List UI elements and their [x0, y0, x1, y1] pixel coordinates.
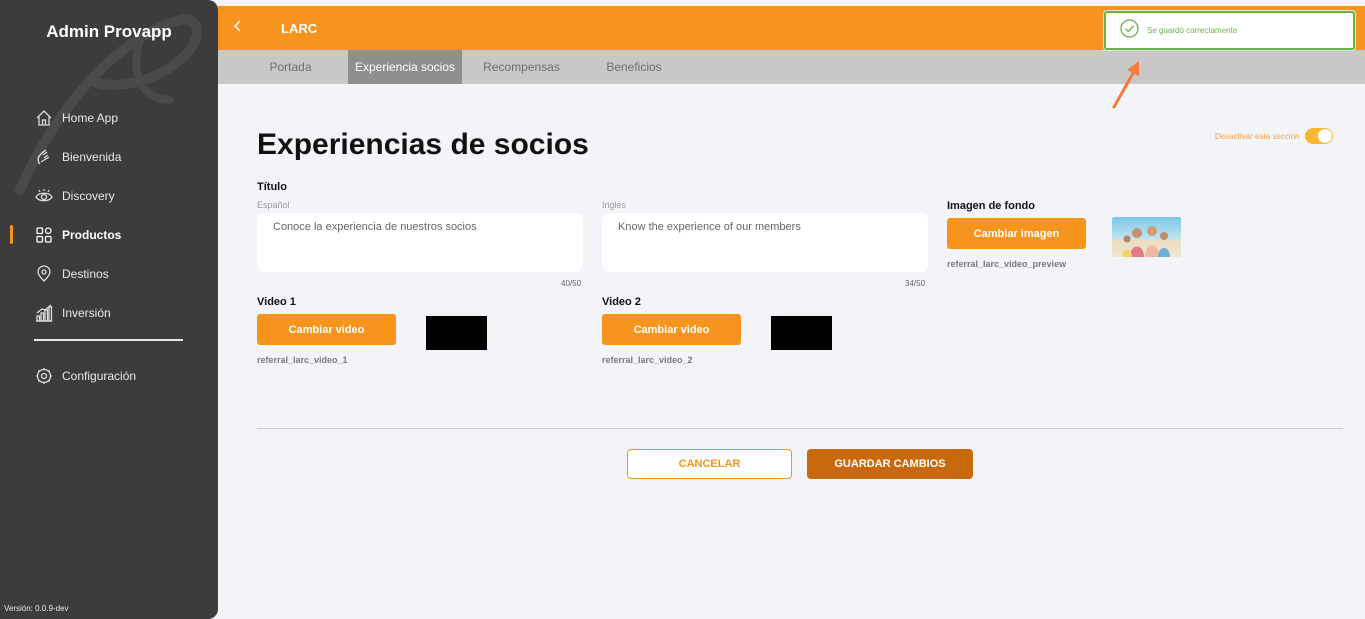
- sidebar-item-label: Discovery: [62, 188, 115, 203]
- version-label: Versión: 0.0.9-dev: [4, 604, 69, 613]
- background-image-filename: referral_larc_video_preview: [947, 259, 1067, 269]
- sidebar-nav: Home App Bienvenida Discovery Productos: [0, 98, 218, 332]
- sidebar-item-label: Productos: [62, 227, 122, 242]
- titulo-label: Título: [257, 181, 287, 193]
- app-root: Admin Provapp Home App Bienvenida Discov…: [0, 0, 1365, 619]
- change-video2-button[interactable]: Cambiar video: [602, 314, 741, 345]
- success-toast: Se guardó correctamente: [1104, 11, 1355, 50]
- video2-filename: referral_larc_video_2: [602, 355, 693, 365]
- check-circle-icon: [1120, 18, 1139, 43]
- english-char-counter: 34/50: [905, 279, 926, 288]
- sidebar-item-productos[interactable]: Productos: [0, 215, 218, 254]
- section-toggle-switch[interactable]: [1305, 128, 1334, 144]
- sidebar: Admin Provapp Home App Bienvenida Discov…: [0, 0, 218, 619]
- tab-portada[interactable]: Portada: [258, 50, 323, 84]
- section-toggle-label: Desactivar esta sección: [1215, 131, 1300, 141]
- bar-chart-icon: [34, 303, 54, 323]
- sidebar-item-home-app[interactable]: Home App: [0, 98, 218, 137]
- change-image-button[interactable]: Cambiar imagen: [947, 218, 1086, 249]
- sidebar-item-bienvenida[interactable]: Bienvenida: [0, 137, 218, 176]
- page-title: Experiencias de socios: [257, 128, 589, 161]
- toast-message: Se guardó correctamente: [1147, 26, 1238, 35]
- background-image-label: Imagen de fondo: [947, 200, 1035, 212]
- english-label: Inglés: [602, 200, 627, 210]
- eye-icon: [34, 186, 54, 206]
- english-title-input[interactable]: Know the experience of our members: [602, 213, 928, 272]
- sidebar-config-section: Configuración: [0, 356, 218, 395]
- sidebar-item-configuracion[interactable]: Configuración: [0, 356, 218, 395]
- video2-label: Video 2: [602, 296, 641, 308]
- sidebar-item-inversion[interactable]: Inversión: [0, 293, 218, 332]
- video1-label: Video 1: [257, 296, 296, 308]
- sidebar-item-label: Bienvenida: [62, 149, 122, 164]
- grid-icon: [34, 225, 54, 245]
- change-video1-button[interactable]: Cambiar video: [257, 314, 396, 345]
- spanish-label: Español: [257, 200, 290, 210]
- chevron-left-icon: [233, 19, 243, 37]
- location-pin-icon: [34, 264, 54, 284]
- spanish-title-input[interactable]: Conoce la experiencia de nuestros socios: [257, 213, 583, 272]
- sidebar-item-destinos[interactable]: Destinos: [0, 254, 218, 293]
- video2-preview: [771, 316, 832, 350]
- save-changes-button[interactable]: GUARDAR CAMBIOS: [807, 449, 973, 479]
- background-image-preview: [1112, 217, 1181, 257]
- cancel-button[interactable]: CANCELAR: [627, 449, 792, 479]
- hand-wave-icon: [34, 147, 54, 167]
- tabs-bar: Portada Experiencia socios Recompensas B…: [218, 50, 1365, 84]
- sidebar-item-label: Home App: [62, 110, 119, 125]
- sidebar-item-label: Configuración: [62, 368, 137, 383]
- home-icon: [34, 108, 54, 128]
- sidebar-divider: [34, 339, 183, 341]
- tab-experiencia-socios[interactable]: Experiencia socios: [348, 50, 462, 84]
- page-code-title: LARC: [281, 21, 318, 36]
- back-button[interactable]: [228, 18, 248, 38]
- content-divider: [257, 428, 1343, 429]
- annotation-arrow-icon: [1112, 61, 1139, 109]
- sidebar-item-discovery[interactable]: Discovery: [0, 176, 218, 215]
- section-toggle-row: Desactivar esta sección: [1215, 128, 1334, 144]
- tab-recompensas[interactable]: Recompensas: [477, 50, 566, 84]
- video1-filename: referral_larc_video_1: [257, 355, 348, 365]
- video1-preview: [426, 316, 487, 350]
- brand-title: Admin Provapp: [46, 22, 172, 41]
- tab-beneficios[interactable]: Beneficios: [598, 50, 670, 84]
- gear-icon: [34, 366, 54, 386]
- sidebar-item-label: Inversión: [62, 305, 111, 320]
- spanish-char-counter: 40/50: [561, 279, 582, 288]
- sidebar-item-label: Destinos: [62, 266, 109, 281]
